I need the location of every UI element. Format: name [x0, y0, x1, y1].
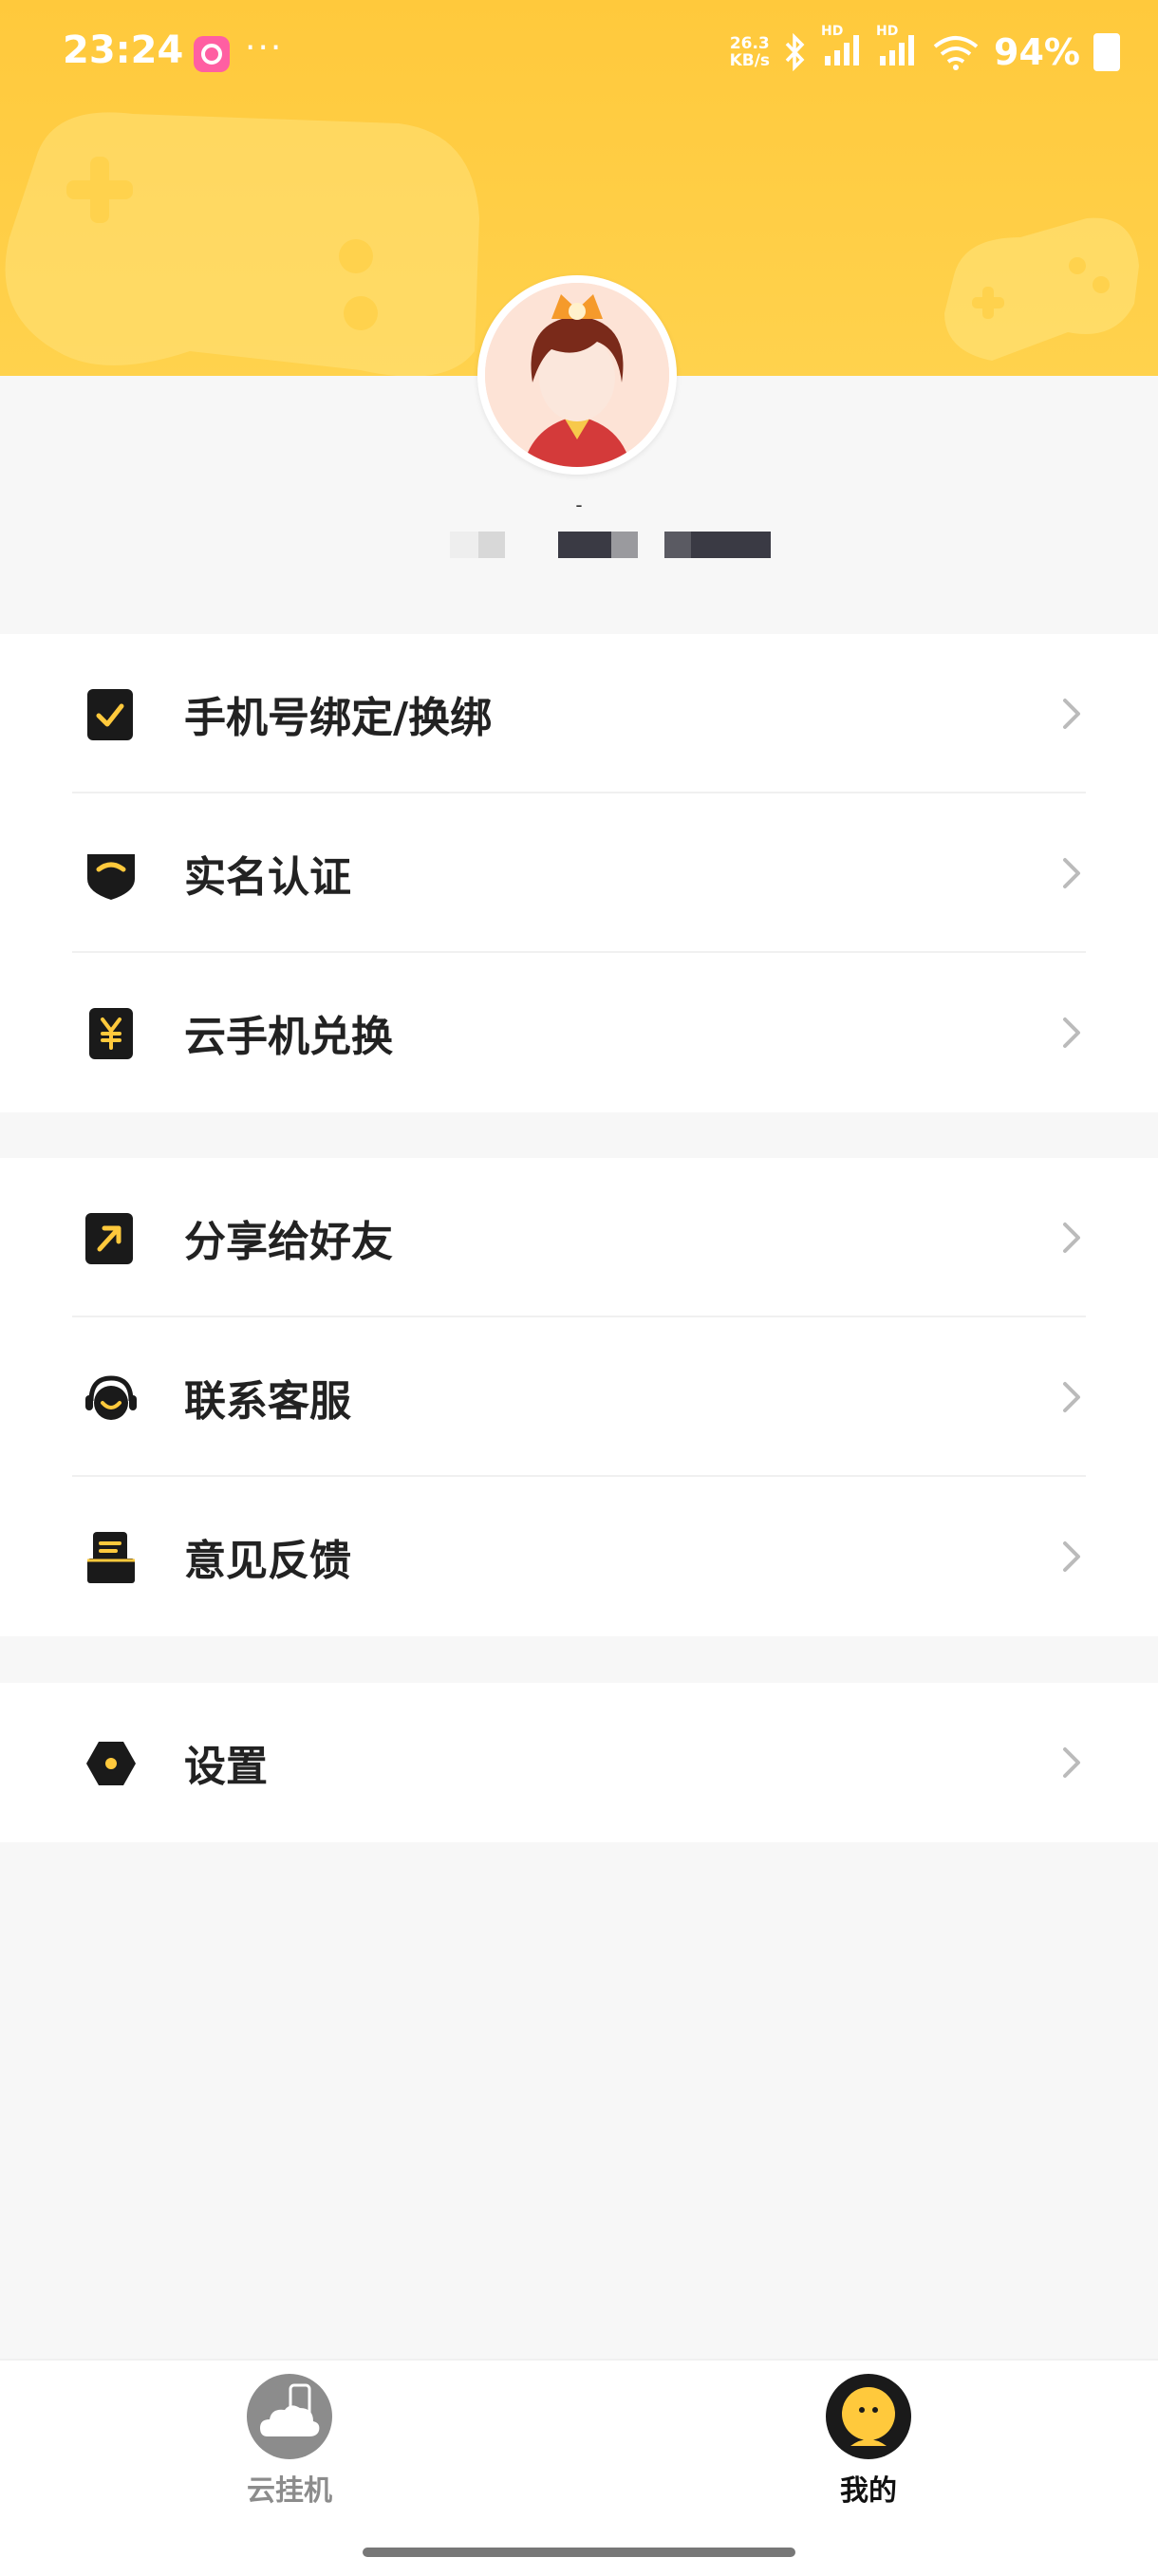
settings-hex-icon: [86, 1742, 136, 1785]
user-avatar[interactable]: [477, 275, 677, 475]
shield-icon: [87, 854, 135, 900]
chevron-right-icon: [1063, 1017, 1080, 1048]
bluetooth-icon: [785, 33, 805, 71]
menu-item-cloud-phone-redeem[interactable]: 云手机兑换: [0, 953, 1158, 1112]
menu-item-label: 手机号绑定/换绑: [184, 694, 493, 742]
wifi-icon: [933, 36, 979, 70]
menu-item-real-name[interactable]: 实名认证: [0, 793, 1158, 953]
chevron-right-icon: [1063, 1541, 1080, 1572]
chevron-right-icon: [1063, 1223, 1080, 1253]
status-time: 23:24: [63, 28, 184, 72]
gamepad-decoration-icon: [5, 112, 479, 376]
headset-icon: [85, 1375, 137, 1420]
battery-percent: 94%: [994, 31, 1080, 73]
menu-item-label: 分享给好友: [184, 1218, 393, 1266]
menu-group-settings: 设置: [0, 1683, 1158, 1842]
more-notifications-icon: ···: [245, 28, 284, 67]
share-arrow-icon: [85, 1213, 133, 1264]
user-name: -: [575, 494, 583, 516]
menu-group-support: 分享给好友 联系客服 意见反馈: [0, 1158, 1158, 1636]
chevron-right-icon: [1063, 1382, 1080, 1412]
menu-item-label: 实名认证: [184, 853, 351, 902]
tab-label: 云挂机: [247, 2474, 332, 2508]
menu-group-account: 手机号绑定/换绑 实名认证 云手机兑换: [0, 634, 1158, 1112]
bottom-tab-bar: 云挂机 我的: [0, 2359, 1158, 2576]
tab-label: 我的: [840, 2474, 897, 2508]
status-icons: 26.3 KB/s HD HD 94%: [729, 24, 1120, 76]
phone-check-icon: [87, 689, 133, 740]
menu-item-label: 设置: [184, 1743, 268, 1791]
menu-item-phone-binding[interactable]: 手机号绑定/换绑: [0, 634, 1158, 793]
cloud-phone-icon: [247, 2374, 332, 2459]
chevron-right-icon: [1063, 699, 1080, 729]
yen-card-icon: [89, 1008, 133, 1059]
tab-cloud-hangup[interactable]: 云挂机: [195, 2374, 384, 2509]
feedback-icon: [87, 1532, 135, 1583]
tab-mine[interactable]: 我的: [774, 2374, 963, 2509]
menu-item-settings[interactable]: 设置: [0, 1683, 1158, 1842]
chevron-right-icon: [1063, 858, 1080, 888]
network-speed: 26.3 KB/s: [729, 34, 771, 70]
status-bar: 23:24 ··· 26.3 KB/s HD HD 94%: [0, 0, 1158, 104]
menu-item-label: 意见反馈: [184, 1537, 351, 1585]
chevron-right-icon: [1063, 1747, 1080, 1778]
menu-item-label: 云手机兑换: [184, 1013, 393, 1061]
mine-face-icon: [826, 2374, 911, 2459]
home-indicator: [363, 2548, 795, 2557]
menu-item-label: 联系客服: [184, 1377, 351, 1426]
avatar-illustration-icon: [485, 283, 669, 467]
menu-item-customer-service[interactable]: 联系客服: [0, 1317, 1158, 1477]
signal-icon: HD: [876, 24, 918, 73]
menu-item-share[interactable]: 分享给好友: [0, 1158, 1158, 1317]
gamepad-decoration-icon: [944, 217, 1139, 361]
signal-icon: HD: [821, 24, 863, 73]
menu-item-feedback[interactable]: 意见反馈: [0, 1477, 1158, 1636]
battery-icon: [1093, 33, 1120, 71]
app-notification-icon: [194, 36, 230, 72]
